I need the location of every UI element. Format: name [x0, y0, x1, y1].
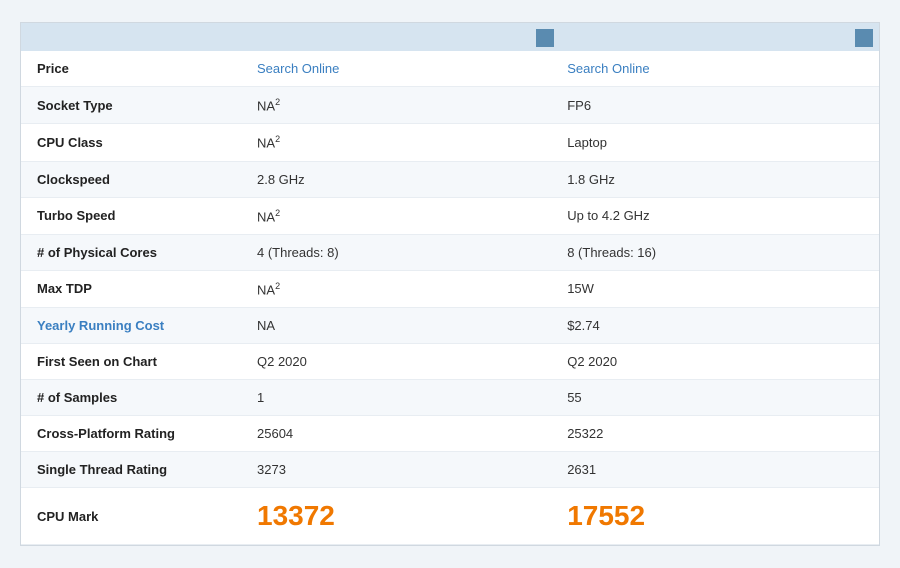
row-label: Price: [21, 51, 241, 87]
table-row: # of Physical Cores4 (Threads: 8)8 (Thre…: [21, 234, 879, 270]
cpu2-value: 15W: [551, 270, 879, 307]
cpu1-value: NA2: [241, 270, 551, 307]
cpu1-value: 4 (Threads: 8): [241, 234, 551, 270]
cpu1-close-button[interactable]: [536, 29, 554, 47]
cpu2-value: 1.8 GHz: [551, 161, 879, 197]
cpu1-value: 25604: [241, 416, 551, 452]
compare-container: Price Search Online Search Online Socket Ty…: [20, 22, 880, 546]
cpu2-value: FP6: [551, 86, 879, 123]
cpu2-value: Up to 4.2 GHz: [551, 197, 879, 234]
row-label: Turbo Speed: [21, 197, 241, 234]
table-row: Cross-Platform Rating2560425322: [21, 416, 879, 452]
table-row: CPU Mark 13372 17552: [21, 488, 879, 545]
cpu2-value: Laptop: [551, 124, 879, 161]
cpu2-value: 55: [551, 380, 879, 416]
cpu2-value: 25322: [551, 416, 879, 452]
row-label: Max TDP: [21, 270, 241, 307]
table-row: Price Search Online Search Online: [21, 51, 879, 87]
cpu1-mark: 13372: [257, 500, 335, 531]
table-row: Turbo SpeedNA2Up to 4.2 GHz: [21, 197, 879, 234]
row-label: Socket Type: [21, 86, 241, 123]
cpu2-value: 17552: [551, 488, 879, 545]
table-row: Max TDPNA215W: [21, 270, 879, 307]
cpu1-value: NA2: [241, 124, 551, 161]
superscript: 2: [275, 281, 280, 291]
cpu1-value: NA2: [241, 197, 551, 234]
row-label: # of Samples: [21, 380, 241, 416]
table-row: Yearly Running Cost NA$2.74: [21, 308, 879, 344]
cpu2-value[interactable]: Search Online: [551, 51, 879, 87]
header-row: [21, 23, 879, 51]
cpu1-value: Q2 2020: [241, 344, 551, 380]
comparison-table: Price Search Online Search Online Socket Ty…: [21, 51, 879, 545]
table-row: Socket TypeNA2FP6: [21, 86, 879, 123]
yearly-cost-label: Yearly Running Cost: [37, 318, 164, 333]
table-row: Single Thread Rating32732631: [21, 452, 879, 488]
table-row: Clockspeed2.8 GHz1.8 GHz: [21, 161, 879, 197]
cpu2-close-button[interactable]: [855, 29, 873, 47]
header-empty-cell: [21, 23, 241, 51]
cpu1-value: 1: [241, 380, 551, 416]
cpu2-value: 2631: [551, 452, 879, 488]
cpu2-value: 8 (Threads: 16): [551, 234, 879, 270]
cpu2-search-link[interactable]: Search Online: [567, 61, 649, 76]
table-row: First Seen on ChartQ2 2020Q2 2020: [21, 344, 879, 380]
row-label: Yearly Running Cost: [21, 308, 241, 344]
cpu2-header: [560, 23, 879, 51]
cpu2-mark: 17552: [567, 500, 645, 531]
cpu1-search-link[interactable]: Search Online: [257, 61, 339, 76]
row-label: CPU Mark: [21, 488, 241, 545]
row-label: First Seen on Chart: [21, 344, 241, 380]
superscript: 2: [275, 97, 280, 107]
cpu1-value: 13372: [241, 488, 551, 545]
row-label: CPU Class: [21, 124, 241, 161]
row-label: # of Physical Cores: [21, 234, 241, 270]
row-label: Single Thread Rating: [21, 452, 241, 488]
superscript: 2: [275, 134, 280, 144]
cpu1-value: NA: [241, 308, 551, 344]
cpu1-value: 2.8 GHz: [241, 161, 551, 197]
cpu1-value[interactable]: Search Online: [241, 51, 551, 87]
row-label: Clockspeed: [21, 161, 241, 197]
cpu2-value: Q2 2020: [551, 344, 879, 380]
cpu2-value: $2.74: [551, 308, 879, 344]
cpu1-value: 3273: [241, 452, 551, 488]
table-row: CPU ClassNA2Laptop: [21, 124, 879, 161]
row-label: Cross-Platform Rating: [21, 416, 241, 452]
superscript: 2: [275, 208, 280, 218]
cpu1-value: NA2: [241, 86, 551, 123]
cpu1-header: [241, 23, 560, 51]
table-row: # of Samples155: [21, 380, 879, 416]
